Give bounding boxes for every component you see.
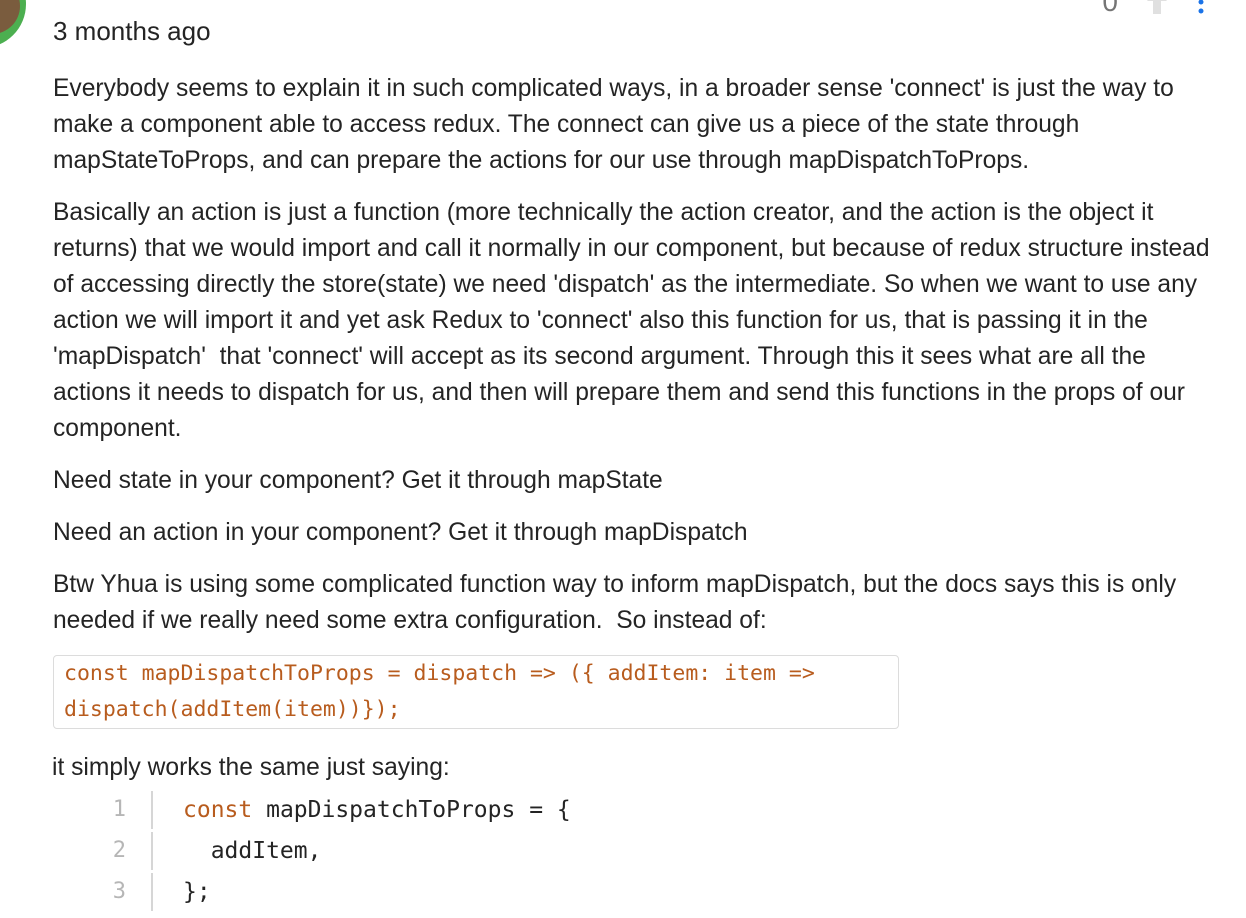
code-intro-text: it simply works the same just saying: [52,754,450,781]
comment-paragraph: Need state in your component? Get it thr… [53,467,663,494]
line-number: 1 [110,790,153,829]
code-content: }; [183,878,211,905]
line-number: 3 [110,872,153,911]
code-line: 3 }; [110,871,1223,912]
comment-paragraph: Need an action in your component? Get it… [53,519,748,546]
comment-body: 3 months ago Everybody seems to explain … [52,13,1223,912]
code-text: const mapDispatchToProps = { [153,797,571,823]
comment-paragraph: Everybody seems to explain it in such co… [53,75,1181,174]
comment-timestamp: 3 months ago [53,16,211,46]
code-line: 1 const mapDispatchToProps = { [110,789,1223,830]
comment-paragraph: Basically an action is just a function (… [53,199,1217,442]
avatar[interactable] [0,0,26,48]
inline-code-snippet: const mapDispatchToProps = dispatch => (… [53,655,899,729]
line-number: 2 [110,831,153,870]
code-block: 1 const mapDispatchToProps = { 2 addItem… [110,789,1223,912]
code-text: addItem, [153,837,322,864]
code-line: 2 addItem, [110,830,1223,871]
code-content: addItem, [183,837,322,864]
code-keyword: const [183,796,253,823]
comment-paragraph: Btw Yhua is using some complicated funct… [53,571,1184,634]
code-text: }; [153,879,211,905]
code-content: mapDispatchToProps = { [252,796,571,823]
